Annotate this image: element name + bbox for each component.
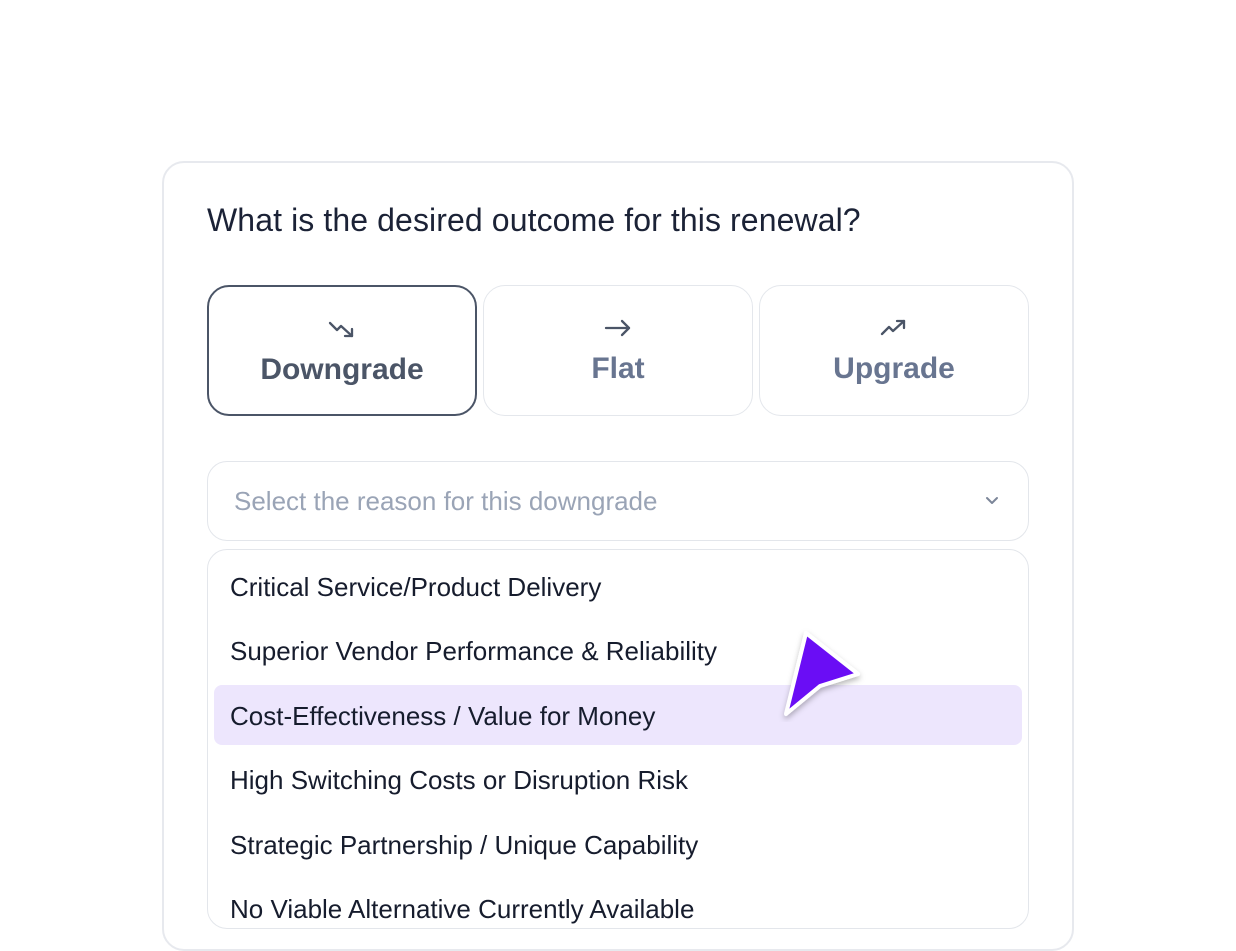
reason-option-label: Superior Vendor Performance & Reliabilit… (230, 636, 718, 666)
upgrade-option[interactable]: Upgrade (759, 285, 1029, 416)
reason-option-switching-costs[interactable]: High Switching Costs or Disruption Risk (214, 749, 1022, 809)
reason-select-placeholder: Select the reason for this downgrade (234, 486, 658, 516)
reason-option-no-alternative[interactable]: No Viable Alternative Currently Availabl… (214, 878, 1022, 928)
reason-option-critical-delivery[interactable]: Critical Service/Product Delivery (214, 556, 1022, 616)
reason-option-label: High Switching Costs or Disruption Risk (230, 765, 689, 795)
trending-up-icon (880, 317, 908, 339)
reason-dropdown-list: Critical Service/Product Delivery Superi… (207, 549, 1029, 929)
arrow-right-icon (604, 317, 632, 339)
question-heading: What is the desired outcome for this ren… (207, 202, 861, 238)
downgrade-option-label: Downgrade (260, 353, 424, 386)
reason-option-strategic-partnership[interactable]: Strategic Partnership / Unique Capabilit… (214, 814, 1022, 874)
reason-option-label: Strategic Partnership / Unique Capabilit… (230, 830, 699, 860)
reason-option-cost-effectiveness[interactable]: Cost-Effectiveness / Value for Money (214, 685, 1022, 745)
mouse-pointer-icon (776, 626, 866, 722)
reason-option-label: Cost-Effectiveness / Value for Money (230, 701, 656, 731)
upgrade-option-label: Upgrade (833, 352, 955, 385)
chevron-down-icon (984, 494, 1000, 512)
reason-option-vendor-performance[interactable]: Superior Vendor Performance & Reliabilit… (214, 620, 1022, 680)
flat-option-label: Flat (591, 352, 645, 385)
flat-option[interactable]: Flat (483, 285, 753, 416)
downgrade-option[interactable]: Downgrade (207, 285, 477, 416)
trending-down-icon (328, 318, 356, 340)
reason-option-label: No Viable Alternative Currently Availabl… (230, 894, 695, 924)
reason-option-label: Critical Service/Product Delivery (230, 572, 602, 602)
reason-select[interactable]: Select the reason for this downgrade (207, 461, 1029, 541)
